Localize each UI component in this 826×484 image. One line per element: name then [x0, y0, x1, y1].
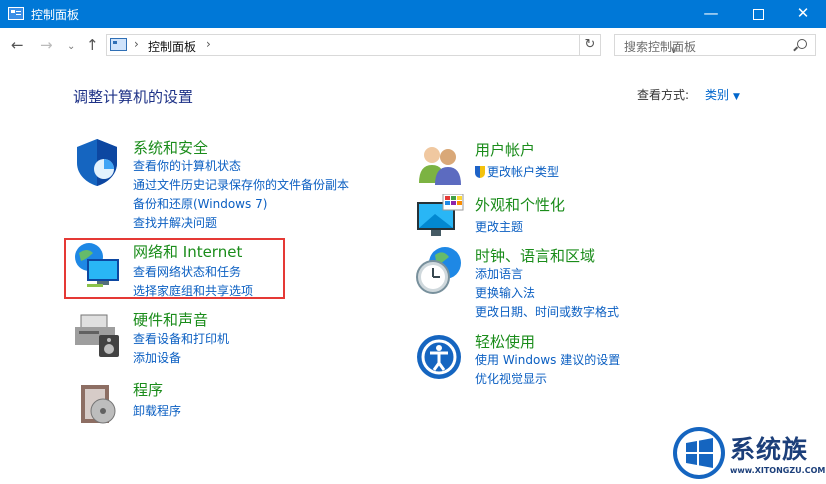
link-change-input-method[interactable]: 更换输入法: [475, 284, 535, 301]
view-by-label: 查看方式:: [637, 88, 690, 102]
page-title: 调整计算机的设置: [73, 88, 194, 106]
breadcrumb-control-panel[interactable]: 控制面板: [148, 38, 196, 55]
programs-icon: [81, 385, 116, 424]
link-uninstall-program[interactable]: 卸载程序: [133, 402, 181, 419]
link-change-account-type[interactable]: 更改帐户类型: [475, 163, 559, 180]
watermark: 系统族 www.XITONGZU.COM: [672, 426, 826, 484]
watermark-url: www.XITONGZU.COM: [730, 466, 826, 475]
shield-icon: [77, 139, 117, 186]
category-hardware-sound: 硬件和声音 查看设备和打印机 添加设备: [73, 309, 323, 369]
close-button[interactable]: ✕: [780, 0, 826, 28]
breadcrumb-chevron-icon[interactable]: ›: [134, 37, 139, 51]
watermark-name: 系统族: [730, 435, 809, 464]
maximize-button[interactable]: [735, 0, 781, 28]
appearance-icon: [417, 194, 464, 236]
title-bar: 控制面板 — ✕: [0, 0, 826, 28]
link-date-time-format[interactable]: 更改日期、时间或数字格式: [475, 303, 619, 320]
windows-logo-icon: [673, 427, 725, 479]
uac-shield-icon: [475, 166, 485, 178]
back-arrow-icon[interactable]: ←: [11, 37, 24, 53]
category-user-accounts: 用户帐户 更改帐户类型: [415, 139, 675, 185]
link-windows-recommended-settings[interactable]: 使用 Windows 建议的设置: [475, 351, 620, 368]
recent-locations-chevron-icon[interactable]: ⌄: [67, 39, 75, 55]
link-troubleshoot[interactable]: 查找并解决问题: [133, 214, 217, 231]
view-by-dropdown[interactable]: 类别 ▼: [705, 86, 740, 103]
link-devices-printers[interactable]: 查看设备和打印机: [133, 330, 229, 347]
control-panel-icon: [8, 7, 24, 20]
window-title: 控制面板: [31, 8, 80, 22]
category-heading[interactable]: 程序: [133, 379, 163, 400]
search-placeholder: 搜索控制面板: [624, 40, 697, 54]
category-clock-language-region: 时钟、语言和区域 添加语言 更换输入法 更改日期、时间或数字格式: [415, 245, 675, 320]
link-optimize-visual-display[interactable]: 优化视觉显示: [475, 370, 547, 387]
category-programs: 程序 卸载程序: [73, 379, 323, 427]
highlight-box: [64, 238, 285, 299]
clock-globe-icon: [416, 247, 461, 294]
category-appearance: 外观和个性化 更改主题: [415, 194, 675, 240]
refresh-button[interactable]: ↻: [580, 34, 601, 56]
up-arrow-icon[interactable]: ↑: [86, 37, 99, 53]
view-by-value[interactable]: 类别: [705, 88, 729, 102]
navigation-bar: ← → ⌄ ↑ › 控制面板 › ∨ ↻ 搜索控制面板: [0, 28, 826, 64]
category-heading[interactable]: 用户帐户: [475, 139, 535, 160]
breadcrumb-chevron-icon[interactable]: ›: [206, 37, 211, 51]
printer-icon: [75, 314, 119, 357]
link-view-computer-status[interactable]: 查看你的计算机状态: [133, 157, 241, 174]
category-heading[interactable]: 外观和个性化: [475, 194, 565, 215]
link-add-language[interactable]: 添加语言: [475, 265, 523, 282]
control-panel-icon: [110, 38, 127, 51]
search-icon[interactable]: [797, 39, 807, 49]
dropdown-caret-icon[interactable]: ▼: [733, 92, 740, 102]
users-icon: [419, 147, 461, 185]
category-heading[interactable]: 时钟、语言和区域: [475, 245, 595, 266]
link-add-device[interactable]: 添加设备: [133, 349, 181, 366]
link-file-history[interactable]: 通过文件历史记录保存你的文件备份副本: [133, 176, 349, 193]
search-input[interactable]: 搜索控制面板: [614, 34, 816, 56]
ease-of-access-icon: [417, 335, 461, 379]
category-ease-of-access: 轻松使用 使用 Windows 建议的设置 优化视觉显示: [415, 331, 675, 387]
link-change-theme[interactable]: 更改主题: [475, 218, 523, 235]
category-heading[interactable]: 系统和安全: [133, 137, 208, 158]
link-label[interactable]: 更改帐户类型: [487, 165, 559, 179]
forward-arrow-icon[interactable]: →: [40, 37, 53, 53]
address-bar[interactable]: › 控制面板 › ∨: [106, 34, 677, 56]
link-backup-restore[interactable]: 备份和还原(Windows 7): [133, 195, 267, 212]
category-heading[interactable]: 轻松使用: [475, 331, 535, 352]
category-heading[interactable]: 硬件和声音: [133, 309, 208, 330]
category-system-security: 系统和安全 查看你的计算机状态 通过文件历史记录保存你的文件备份副本 备份和还原…: [73, 137, 403, 237]
minimize-button[interactable]: —: [688, 0, 734, 28]
refresh-icon: ↻: [584, 37, 596, 52]
